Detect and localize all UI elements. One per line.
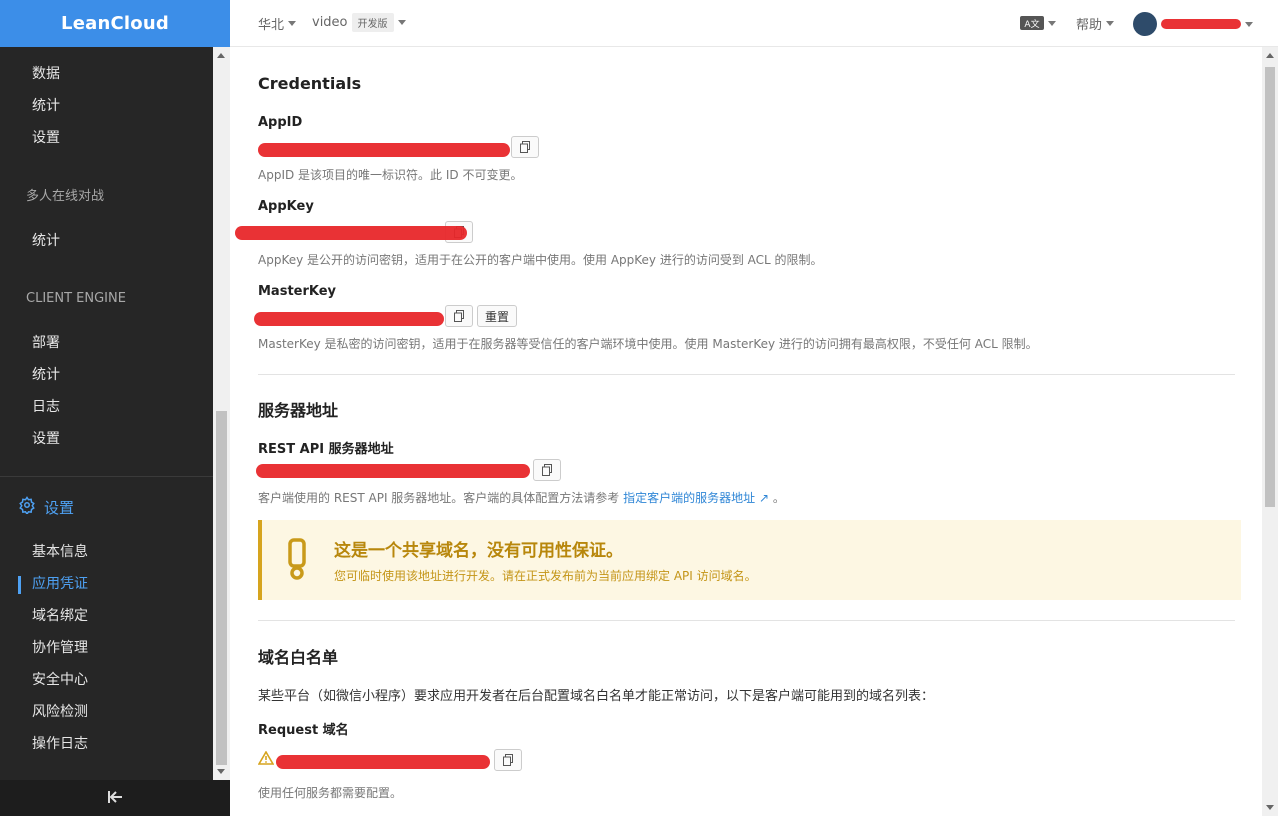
sidebar-item-data[interactable]: 数据 xyxy=(32,64,60,84)
copy-icon xyxy=(542,464,552,476)
scroll-down-arrow-icon[interactable] xyxy=(1266,805,1274,810)
section-divider xyxy=(258,620,1235,621)
main-scroll-thumb[interactable] xyxy=(1265,67,1275,507)
copy-icon xyxy=(454,310,464,322)
redacted-masterkey xyxy=(254,312,444,326)
redacted-appid xyxy=(258,143,510,157)
copy-masterkey-button[interactable] xyxy=(445,305,473,327)
sidebar-item-audit-log[interactable]: 操作日志 xyxy=(32,734,88,754)
shared-domain-warning: 这是一个共享域名，没有可用性保证。 您可临时使用该地址进行开发。请在正式发布前为… xyxy=(258,520,1241,600)
active-indicator xyxy=(18,576,21,594)
sidebar-item-stats[interactable]: 统计 xyxy=(32,96,60,116)
sidebar-header-client-engine: CLIENT ENGINE xyxy=(26,291,126,306)
collapse-sidebar-button[interactable] xyxy=(0,780,230,816)
avatar xyxy=(1133,12,1157,36)
region-label: 华北 xyxy=(258,18,285,33)
copy-rest-api-button[interactable] xyxy=(533,459,561,481)
copy-request-domain-button[interactable] xyxy=(494,749,522,771)
gear-icon xyxy=(18,496,36,518)
sidebar-item-ce-stats[interactable]: 统计 xyxy=(32,365,60,385)
whitelist-description: 某些平台（如微信小程序）要求应用开发者在后台配置域名白名单才能正常访问，以下是客… xyxy=(258,689,935,704)
appid-label: AppID xyxy=(258,115,303,130)
app-name: video xyxy=(312,15,348,30)
chevron-down-icon xyxy=(1048,20,1056,26)
sidebar-item-multiplayer-stats[interactable]: 统计 xyxy=(32,231,60,251)
sidebar-section-settings-label: 设置 xyxy=(44,498,75,517)
rest-api-help-text: 客户端使用的 REST API 服务器地址。客户端的具体配置方法请参考 xyxy=(258,491,620,505)
sidebar-item-security[interactable]: 安全中心 xyxy=(32,670,88,690)
sidebar-item-ce-settings[interactable]: 设置 xyxy=(32,429,60,449)
redacted-rest-api-url xyxy=(256,464,530,478)
sidebar-item-risk-detection[interactable]: 风险检测 xyxy=(32,702,88,722)
scroll-up-arrow-icon[interactable] xyxy=(217,53,225,58)
sidebar-item-domain-binding[interactable]: 域名绑定 xyxy=(32,606,88,626)
translate-icon: A文 xyxy=(1020,16,1044,30)
copy-icon xyxy=(503,754,513,766)
redacted-appkey xyxy=(235,226,467,240)
sidebar-item-logs[interactable]: 日志 xyxy=(32,397,60,417)
reset-masterkey-button[interactable]: 重置 xyxy=(477,305,518,327)
appkey-help: AppKey 是公开的访问密钥，适用于在公开的客户端中使用。使用 AppKey … xyxy=(258,253,823,267)
warning-title: 这是一个共享域名，没有可用性保证。 xyxy=(334,541,623,561)
appid-help: AppID 是该项目的唯一标识符。此 ID 不可变更。 xyxy=(258,168,523,182)
section-divider xyxy=(258,374,1235,375)
server-title: 服务器地址 xyxy=(258,401,339,420)
external-link-icon: ↗ xyxy=(758,491,770,505)
sidebar: LeanCloud 数据 统计 设置 多人在线对战 统计 CLIENT ENGI… xyxy=(0,0,230,816)
user-menu[interactable] xyxy=(1133,12,1253,36)
brand-logo[interactable]: LeanCloud xyxy=(0,0,230,47)
chevron-down-icon xyxy=(1106,21,1115,26)
masterkey-help: MasterKey 是私密的访问密钥，适用于在服务器等受信任的客户端环境中使用。… xyxy=(258,337,1038,351)
whitelist-title: 域名白名单 xyxy=(258,648,339,667)
rest-api-help-end: 。 xyxy=(772,491,785,505)
sidebar-item-settings[interactable]: 设置 xyxy=(32,128,60,148)
sidebar-menu: 数据 统计 设置 多人在线对战 统计 CLIENT ENGINE 部署 统计 日… xyxy=(0,47,213,780)
language-selector[interactable]: A文 xyxy=(1020,16,1056,30)
main-content: Credentials AppID AppID 是该项目的唯一标识符。此 ID … xyxy=(230,47,1262,816)
chevron-down-icon xyxy=(288,21,297,26)
rest-api-label: REST API 服务器地址 xyxy=(258,442,394,457)
chevron-down-icon xyxy=(1245,21,1253,27)
collapse-left-icon xyxy=(107,789,123,808)
redacted-request-domain xyxy=(276,755,490,769)
copy-appid-button[interactable] xyxy=(511,136,539,158)
sidebar-item-app-keys[interactable]: 应用凭证 xyxy=(32,574,88,594)
help-menu[interactable]: 帮助 xyxy=(1076,14,1115,33)
help-label: 帮助 xyxy=(1076,18,1103,33)
masterkey-label: MasterKey xyxy=(258,284,337,299)
app-plan-badge: 开发版 xyxy=(351,13,394,32)
sidebar-item-collaborators[interactable]: 协作管理 xyxy=(32,638,88,658)
sidebar-section-settings[interactable]: 设置 xyxy=(18,496,74,518)
sidebar-item-basic-info[interactable]: 基本信息 xyxy=(32,542,88,562)
sidebar-scrollbar[interactable] xyxy=(213,47,230,780)
rest-api-help: 客户端使用的 REST API 服务器地址。客户端的具体配置方法请参考 指定客户… xyxy=(258,489,785,506)
copy-icon xyxy=(520,141,530,153)
main-scrollbar[interactable] xyxy=(1262,47,1278,816)
appkey-label: AppKey xyxy=(258,199,314,214)
warning-subtitle: 您可临时使用该地址进行开发。请在正式发布前为当前应用绑定 API 访问域名。 xyxy=(334,569,757,583)
region-selector[interactable]: 华北 xyxy=(258,14,297,33)
sidebar-item-deploy[interactable]: 部署 xyxy=(32,333,60,353)
sidebar-header-multiplayer: 多人在线对战 xyxy=(26,189,105,204)
request-domain-help: 使用任何服务都需要配置。 xyxy=(258,786,403,800)
warning-triangle-icon xyxy=(257,750,275,769)
credentials-title: Credentials xyxy=(258,74,362,93)
scroll-up-arrow-icon[interactable] xyxy=(1266,53,1274,58)
app-selector[interactable]: video 开发版 xyxy=(312,13,406,32)
server-address-doc-link[interactable]: 指定客户端的服务器地址 xyxy=(623,491,755,505)
sidebar-scroll-thumb[interactable] xyxy=(216,411,227,765)
exclamation-icon xyxy=(286,538,308,584)
chevron-down-icon xyxy=(397,20,406,25)
sidebar-divider xyxy=(0,476,213,477)
request-domain-label: Request 域名 xyxy=(258,723,349,738)
top-bar: 华北 video 开发版 A文 帮助 xyxy=(230,0,1278,47)
redacted-username xyxy=(1161,19,1241,29)
scroll-down-arrow-icon[interactable] xyxy=(217,769,225,774)
